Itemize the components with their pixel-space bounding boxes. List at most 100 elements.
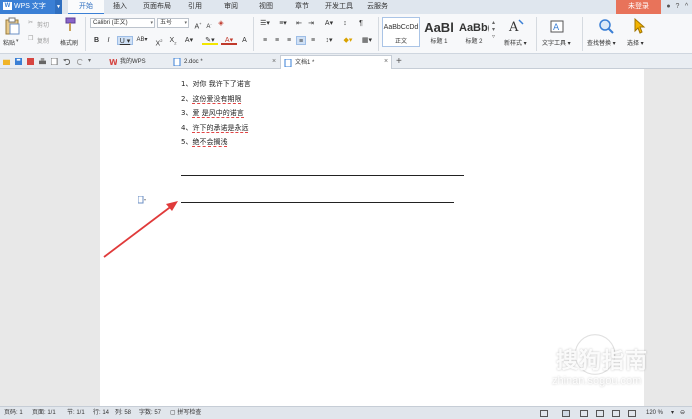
- align-center-icon[interactable]: ≡: [272, 36, 282, 45]
- style-sample: AaBl: [424, 20, 454, 35]
- export-pdf-icon[interactable]: [27, 58, 34, 65]
- format-painter-label[interactable]: 格式刷: [60, 38, 78, 47]
- collapse-ribbon-icon[interactable]: ^: [682, 0, 691, 14]
- italic-icon[interactable]: I: [104, 36, 113, 45]
- app-menu-button[interactable]: W WPS 文字 ▼: [0, 0, 62, 14]
- clear-format-icon[interactable]: ◈: [216, 19, 226, 28]
- numbered-list-icon[interactable]: ≡▾: [276, 19, 290, 28]
- underline-icon[interactable]: U ▾: [117, 36, 133, 45]
- select-label[interactable]: 选择 ▾: [627, 38, 644, 47]
- chevron-down-icon: ▾: [184, 20, 187, 26]
- font-name-select[interactable]: Calibri (正文) ▾: [90, 18, 155, 28]
- close-icon[interactable]: ×: [384, 55, 388, 69]
- status-word-count[interactable]: 字数: 57: [139, 407, 161, 419]
- eye-protect-icon[interactable]: [628, 410, 636, 417]
- line-spacing-icon[interactable]: ↕▾: [322, 36, 336, 45]
- help-icon[interactable]: ?: [673, 0, 682, 14]
- bold-icon[interactable]: B: [92, 36, 101, 45]
- chevron-down-icon[interactable]: ▾: [16, 38, 19, 44]
- find-replace-icon[interactable]: [598, 18, 614, 34]
- grow-font-icon[interactable]: A+: [193, 19, 203, 30]
- divider: [536, 17, 537, 51]
- cut-label[interactable]: 剪切: [37, 20, 49, 29]
- strikethrough-icon[interactable]: AB▾: [135, 36, 149, 45]
- menu-cloud[interactable]: 云服务: [367, 0, 388, 14]
- wps-logo-icon: W: [109, 58, 117, 66]
- open-folder-icon[interactable]: [3, 58, 10, 65]
- paste-label[interactable]: 粘贴: [3, 38, 15, 47]
- shrink-font-icon[interactable]: A-: [204, 19, 214, 30]
- menu-review[interactable]: 审阅: [224, 0, 238, 14]
- sort-icon[interactable]: ↕: [340, 19, 350, 28]
- tab-my-wps[interactable]: W 我的WPS: [106, 55, 174, 69]
- new-tab-button[interactable]: +: [396, 55, 402, 69]
- format-painter-icon[interactable]: [63, 17, 77, 33]
- chinese-layout-icon[interactable]: A▾: [322, 19, 336, 28]
- menu-chapter[interactable]: 章节: [295, 0, 309, 14]
- outline-view-icon[interactable]: [580, 410, 588, 417]
- print-icon[interactable]: [39, 58, 46, 65]
- page-view-icon[interactable]: [562, 410, 570, 417]
- skin-icon[interactable]: ●: [664, 0, 673, 14]
- web-view-icon[interactable]: [596, 410, 604, 417]
- char-border-icon[interactable]: A: [240, 36, 249, 45]
- distributed-icon[interactable]: ≡: [308, 36, 318, 45]
- zoom-level[interactable]: 120 %: [646, 407, 663, 419]
- highlight-icon[interactable]: ✎▾: [202, 36, 218, 45]
- status-spell-check[interactable]: ▢ 拼写检查: [170, 407, 201, 419]
- tab-2-doc[interactable]: 2.doc *: [170, 55, 280, 69]
- close-icon[interactable]: ×: [272, 55, 276, 69]
- chevron-down-icon[interactable]: ▾: [88, 57, 91, 64]
- menu-developer[interactable]: 开发工具: [325, 0, 353, 14]
- login-button[interactable]: 未登录: [616, 0, 661, 14]
- tab-label: 2.doc *: [184, 59, 203, 65]
- menu-home[interactable]: 开始: [68, 0, 104, 14]
- new-style-icon[interactable]: A: [508, 18, 524, 34]
- cut-icon[interactable]: ✂: [28, 19, 33, 26]
- menu-view[interactable]: 视图: [259, 0, 273, 14]
- redo-icon[interactable]: [77, 58, 84, 65]
- borders-icon[interactable]: ▦▾: [360, 36, 374, 45]
- font-color-icon[interactable]: A▾: [221, 36, 237, 45]
- tab-document-1[interactable]: 文档1 *: [280, 55, 392, 69]
- new-style-label[interactable]: 新样式 ▾: [504, 38, 527, 47]
- menu-references[interactable]: 引用: [188, 0, 202, 14]
- select-cursor-icon[interactable]: [632, 18, 646, 34]
- style-heading-1[interactable]: AaBl 标题 1: [422, 17, 456, 47]
- align-right-icon[interactable]: ≡: [284, 36, 294, 45]
- justify-icon[interactable]: ≡: [296, 36, 306, 45]
- copy-icon[interactable]: ❐: [28, 35, 33, 42]
- menu-insert[interactable]: 插入: [113, 0, 127, 14]
- document-tab-bar: ▾ W 我的WPS 2.doc * × 文档1 * × +: [0, 54, 692, 69]
- align-left-icon[interactable]: ≡: [260, 36, 270, 45]
- style-gallery-scroll[interactable]: ▴ ▾ ▿: [492, 20, 495, 41]
- shading-icon[interactable]: ◆▾: [340, 36, 356, 45]
- save-icon[interactable]: [15, 58, 22, 65]
- tab-label: 文档1 *: [295, 60, 315, 66]
- find-replace-label[interactable]: 查找替换 ▾: [587, 38, 616, 47]
- superscript-icon[interactable]: X2: [154, 36, 164, 47]
- chevron-down-icon: ▾: [150, 20, 153, 26]
- text-tool-label[interactable]: 文字工具 ▾: [542, 38, 571, 47]
- style-heading-2[interactable]: AaBb( 标题 2: [458, 17, 490, 47]
- print-preview-icon[interactable]: [51, 58, 58, 65]
- show-marks-icon[interactable]: ¶: [356, 19, 366, 28]
- text-effect-icon[interactable]: A▾: [181, 36, 197, 45]
- style-normal[interactable]: AaBbCcDd 正文: [382, 17, 420, 47]
- full-screen-icon[interactable]: [612, 410, 620, 417]
- menu-page-layout[interactable]: 页面布局: [143, 0, 171, 14]
- undo-icon[interactable]: [63, 58, 70, 65]
- subscript-icon[interactable]: X2: [168, 36, 178, 45]
- zoom-menu-icon[interactable]: ▾: [671, 407, 674, 419]
- copy-label[interactable]: 复制: [37, 36, 49, 45]
- font-size-select[interactable]: 五号 ▾: [157, 18, 189, 28]
- text-tool-icon[interactable]: A: [549, 18, 565, 34]
- zoom-out-icon[interactable]: ⊖: [680, 407, 685, 419]
- ribbon: 粘贴 ▾ ✂ 剪切 ❐ 复制 格式刷 Calibri (正文) ▾ 五号 ▾ A+ …: [0, 14, 692, 54]
- chevron-down-icon[interactable]: ▼: [55, 0, 62, 14]
- reading-mode-icon[interactable]: [540, 410, 548, 417]
- bullet-list-icon[interactable]: ☰▾: [258, 19, 272, 28]
- paste-icon[interactable]: [4, 17, 20, 35]
- decrease-indent-icon[interactable]: ⇤: [294, 19, 304, 28]
- increase-indent-icon[interactable]: ⇥: [306, 19, 316, 28]
